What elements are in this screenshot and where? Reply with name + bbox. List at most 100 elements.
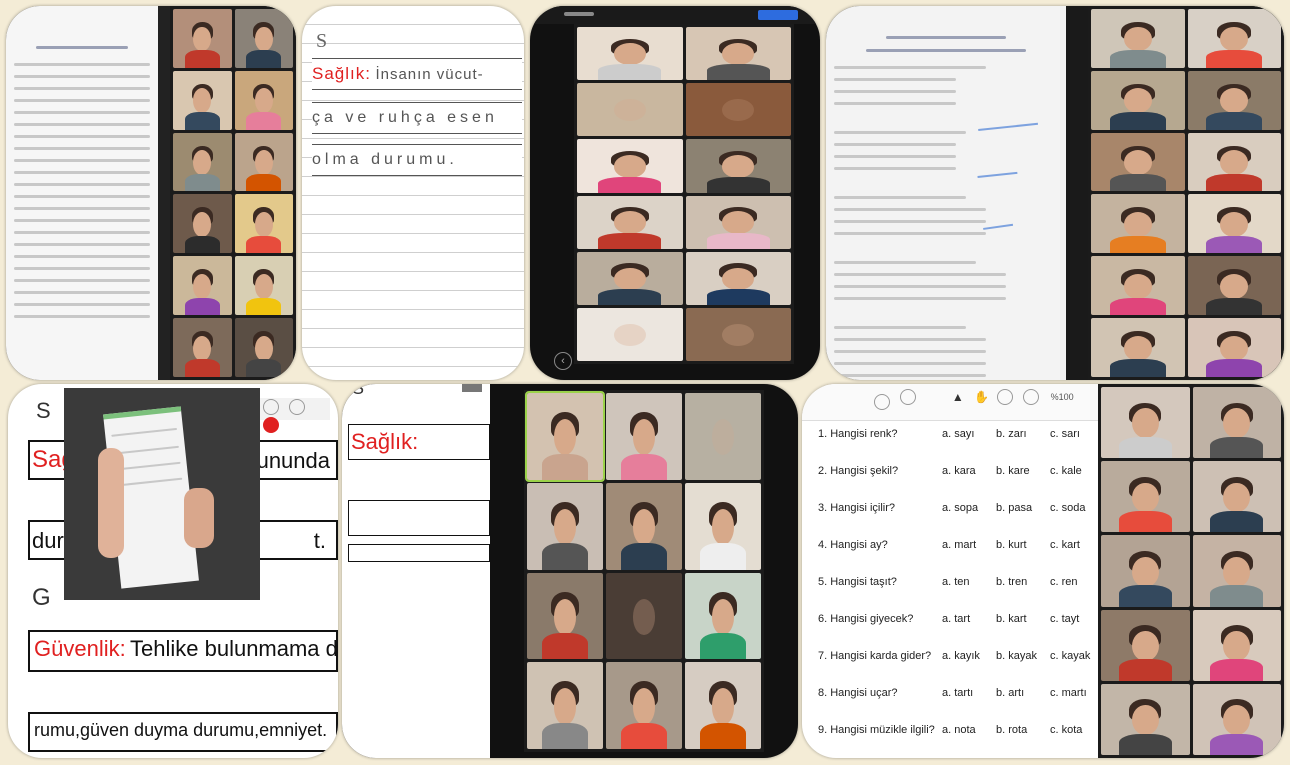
video-grid: [574, 24, 794, 364]
video-tile[interactable]: [527, 482, 603, 570]
video-tile[interactable]: [1187, 132, 1281, 192]
pdf-toolbar: ▲ ✋ %100: [802, 384, 1098, 421]
quiz-option-b: b. tren: [996, 576, 1028, 588]
video-tile[interactable]: [685, 482, 761, 570]
worksheet-page: [6, 6, 158, 380]
video-tile[interactable]: [234, 9, 293, 68]
zoom-in-icon[interactable]: [1023, 389, 1040, 405]
hand: [98, 448, 124, 558]
video-tile[interactable]: [173, 70, 232, 130]
video-tile[interactable]: [1192, 535, 1281, 607]
note-letter: S: [36, 398, 51, 423]
video-tile[interactable]: [606, 482, 682, 570]
window-controls-icon[interactable]: [564, 12, 594, 16]
video-tile[interactable]: [1192, 683, 1281, 755]
video-tile[interactable]: [234, 194, 293, 254]
note-box-row: [348, 500, 490, 536]
quiz-option-a: a. sayı: [942, 428, 975, 440]
video-tile[interactable]: [1091, 132, 1185, 192]
video-tile[interactable]: [685, 662, 761, 749]
video-tile[interactable]: [173, 256, 232, 316]
video-tile[interactable]: [1091, 70, 1185, 130]
quiz-option-b: b. kayak: [996, 650, 1037, 662]
video-tile[interactable]: [577, 251, 683, 305]
video-tile[interactable]: [173, 318, 232, 377]
quiz-option-b: b. pasa: [996, 502, 1033, 514]
video-grid: [524, 390, 764, 752]
video-tile[interactable]: [1101, 609, 1190, 681]
cursor-icon[interactable]: ▲: [952, 390, 964, 404]
video-tile[interactable]: [606, 662, 682, 749]
video-tile[interactable]: [1101, 683, 1190, 755]
hand-tool-icon[interactable]: ✋: [974, 390, 989, 404]
mic-control-icon[interactable]: [289, 398, 306, 415]
video-tile[interactable]: [577, 83, 683, 137]
video-tile[interactable]: [685, 393, 761, 480]
zoom-out-icon[interactable]: [996, 389, 1013, 405]
video-tile[interactable]: [1091, 194, 1185, 254]
collage-panel-quiz: ▲ ✋ %100 1. Hangisi renk? a. sayı b. zarı c…: [802, 384, 1284, 758]
video-tile[interactable]: [685, 83, 791, 137]
back-arrow-icon[interactable]: ‹: [554, 352, 572, 370]
worksheet-page: [826, 6, 1066, 380]
page-down-icon[interactable]: [900, 389, 917, 405]
video-tile[interactable]: [1187, 194, 1281, 254]
video-tile[interactable]: [1192, 609, 1281, 681]
speaker-view-button[interactable]: [758, 10, 798, 20]
video-tile[interactable]: [527, 662, 603, 749]
note-box-row: rumu,güven duyma durumu,emniyet.: [28, 712, 338, 752]
video-tile[interactable]: [173, 9, 232, 68]
video-tile[interactable]: [173, 194, 232, 254]
video-tile[interactable]: [606, 572, 682, 660]
video-tile[interactable]: [173, 132, 232, 192]
video-tile[interactable]: [1101, 535, 1190, 607]
page-up-icon[interactable]: [874, 394, 890, 410]
video-tile[interactable]: [1101, 461, 1190, 533]
video-tile[interactable]: [1101, 387, 1190, 459]
video-tile[interactable]: [685, 195, 791, 249]
quiz-question-text: 2. Hangisi şekil?: [818, 465, 899, 477]
quiz-option-a: a. tartı: [942, 687, 974, 699]
zoom-controls-bar: [260, 398, 330, 433]
video-tile[interactable]: [1192, 461, 1281, 533]
video-tile[interactable]: [1091, 318, 1185, 377]
video-tile[interactable]: [577, 195, 683, 249]
video-tile[interactable]: [234, 256, 293, 316]
video-tile[interactable]: [685, 307, 791, 361]
note-text: ça ve ruhça esen: [312, 109, 498, 126]
zoom-level[interactable]: %100: [1051, 392, 1074, 402]
video-tile[interactable]: [1192, 387, 1281, 459]
quiz-option-c: c. tayt: [1050, 613, 1080, 625]
video-tile[interactable]: [1091, 256, 1185, 316]
quiz-option-c: c. ren: [1050, 576, 1078, 588]
video-tile[interactable]: [577, 27, 683, 81]
video-tile[interactable]: [577, 139, 683, 193]
video-tile[interactable]: [234, 70, 293, 130]
video-tile[interactable]: [577, 307, 683, 361]
video-tile[interactable]: [1187, 70, 1281, 130]
video-tile[interactable]: [234, 132, 293, 192]
quiz-option-a: a. ten: [942, 576, 970, 588]
video-tile[interactable]: [685, 572, 761, 660]
webcam-overlay: [64, 388, 260, 600]
leave-icon[interactable]: [263, 416, 279, 433]
note-text-partial: ununda: [256, 448, 330, 473]
note-box-row: Sağlık:: [348, 424, 490, 460]
note-line-3: olma durumu.: [312, 144, 522, 176]
video-tile[interactable]: [1091, 9, 1185, 68]
video-control-icon[interactable]: [263, 398, 279, 415]
video-tile[interactable]: [1187, 9, 1281, 68]
video-tile[interactable]: [234, 318, 293, 377]
note-line-1: Sağlık: İnsanın vücut-: [312, 58, 522, 90]
video-tile[interactable]: [606, 393, 682, 480]
video-tile[interactable]: [685, 251, 791, 305]
note-text-partial: dur: [32, 528, 64, 553]
video-tile[interactable]: [1187, 256, 1281, 316]
video-tile[interactable]: [1187, 318, 1281, 377]
note-letter: S: [352, 384, 365, 398]
video-tile[interactable]: [527, 572, 603, 660]
collage-panel-notebook-guvenlik: S Sağ ununda dur t. G Güvenlik: Tehlike …: [8, 384, 338, 758]
video-tile[interactable]: [525, 391, 605, 482]
video-tile[interactable]: [685, 27, 791, 81]
video-tile[interactable]: [685, 139, 791, 193]
